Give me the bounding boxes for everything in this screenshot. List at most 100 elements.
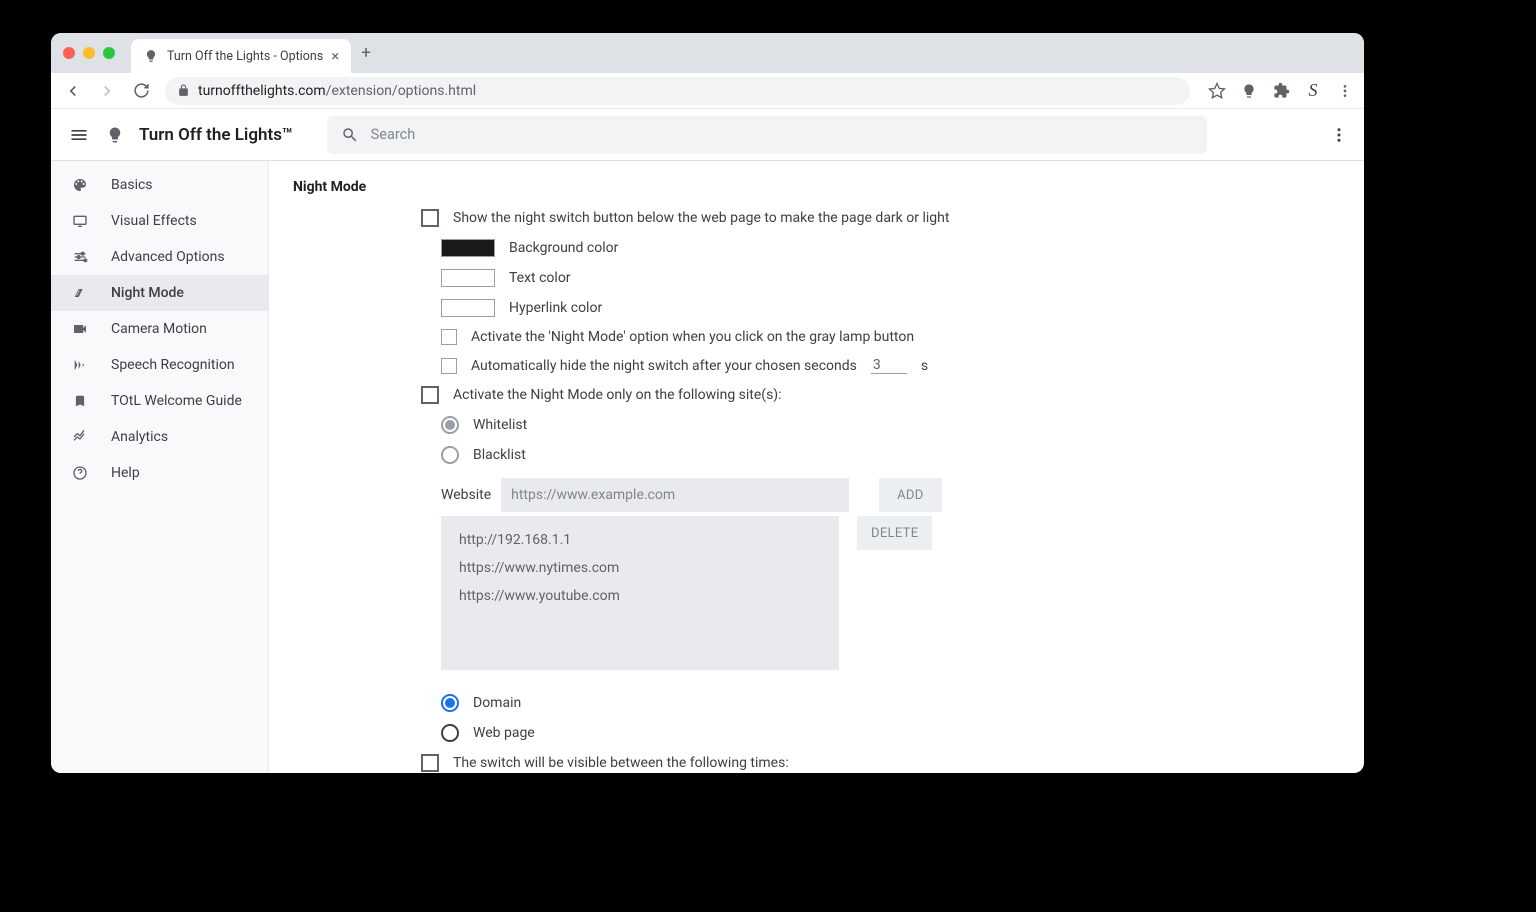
sidebar-item-label: Camera Motion	[111, 321, 207, 337]
site-list-wrap: http://192.168.1.1 https://www.nytimes.c…	[441, 516, 1340, 670]
bookmark-star-icon[interactable]	[1206, 80, 1228, 102]
activate-lamp-label: Activate the 'Night Mode' option when yo…	[471, 329, 914, 345]
window-controls	[63, 47, 115, 59]
sidebar-item-label: Basics	[111, 177, 153, 193]
list-item[interactable]: https://www.youtube.com	[459, 582, 821, 610]
url-text: turnoffthelights.com/extension/options.h…	[198, 83, 476, 99]
website-input[interactable]	[501, 478, 849, 512]
whitelist-label: Whitelist	[473, 417, 527, 433]
browser-window: Turn Off the Lights - Options × + turnof…	[51, 33, 1364, 773]
app-title: Turn Off the Lights™	[139, 125, 293, 145]
list-item[interactable]: https://www.nytimes.com	[459, 554, 821, 582]
show-switch-row: Show the night switch button below the w…	[421, 209, 1340, 227]
bg-color-row: Background color	[441, 239, 1340, 257]
sidebar-item-label: Advanced Options	[111, 249, 225, 265]
show-switch-checkbox[interactable]	[421, 209, 439, 227]
sidebar-item-help[interactable]: Help	[51, 455, 268, 491]
sidebar-item-visual-effects[interactable]: Visual Effects	[51, 203, 268, 239]
website-label: Website	[441, 487, 491, 503]
page-menu-button[interactable]	[1330, 126, 1348, 144]
monitor-icon	[71, 212, 89, 230]
url-input[interactable]: turnoffthelights.com/extension/options.h…	[165, 77, 1190, 105]
activate-only-row: Activate the Night Mode only on the foll…	[421, 386, 1340, 404]
palette-icon	[71, 176, 89, 194]
list-item[interactable]: http://192.168.1.1	[459, 526, 821, 554]
chrome-tabstrip: Turn Off the Lights - Options × +	[51, 33, 1364, 73]
sidebar-item-speech-recognition[interactable]: Speech Recognition	[51, 347, 268, 383]
activate-lamp-checkbox[interactable]	[441, 329, 457, 345]
maximize-window-button[interactable]	[103, 47, 115, 59]
bg-color-label: Background color	[509, 240, 618, 256]
activate-lamp-row: Activate the 'Night Mode' option when yo…	[441, 329, 1340, 345]
lock-icon	[177, 84, 190, 97]
sidebar-item-label: Help	[111, 465, 140, 481]
reload-button[interactable]	[127, 77, 155, 105]
auto-hide-row: Automatically hide the night switch afte…	[441, 357, 1340, 374]
auto-hide-seconds-input[interactable]	[871, 357, 907, 374]
toolbar-right: S	[1206, 80, 1356, 102]
browser-tab[interactable]: Turn Off the Lights - Options ×	[131, 39, 351, 73]
address-bar: turnoffthelights.com/extension/options.h…	[51, 73, 1364, 109]
website-input-row: Website ADD	[441, 478, 1340, 512]
whitelist-row: Whitelist	[441, 416, 1340, 434]
delete-button[interactable]: DELETE	[857, 516, 932, 550]
webpage-radio[interactable]	[441, 724, 459, 742]
menu-toggle-button[interactable]	[67, 123, 91, 147]
minimize-window-button[interactable]	[83, 47, 95, 59]
profile-s-icon[interactable]: S	[1302, 80, 1324, 102]
domain-radio[interactable]	[441, 694, 459, 712]
back-button[interactable]	[59, 77, 87, 105]
tab-close-button[interactable]: ×	[331, 47, 339, 65]
section-title: Night Mode	[293, 179, 1340, 195]
bg-color-swatch[interactable]	[441, 239, 495, 257]
sidebar-item-welcome-guide[interactable]: TOtL Welcome Guide	[51, 383, 268, 419]
sidebar-item-label: Visual Effects	[111, 213, 197, 229]
webpage-row: Web page	[441, 724, 1340, 742]
close-window-button[interactable]	[63, 47, 75, 59]
sliders-icon	[71, 248, 89, 266]
sidebar-item-label: TOtL Welcome Guide	[111, 393, 242, 409]
activate-only-checkbox[interactable]	[421, 386, 439, 404]
auto-hide-checkbox[interactable]	[441, 358, 457, 374]
add-button[interactable]: ADD	[879, 478, 941, 512]
sidebar-item-camera-motion[interactable]: Camera Motion	[51, 311, 268, 347]
show-switch-label: Show the night switch button below the w…	[453, 210, 949, 226]
whitelist-radio[interactable]	[441, 416, 459, 434]
lamp-extension-icon[interactable]	[1238, 80, 1260, 102]
domain-row: Domain	[441, 694, 1340, 712]
activate-only-label: Activate the Night Mode only on the foll…	[453, 387, 782, 403]
forward-button[interactable]	[93, 77, 121, 105]
hyper-color-swatch[interactable]	[441, 299, 495, 317]
page-header: Turn Off the Lights™	[51, 109, 1364, 161]
new-tab-button[interactable]: +	[361, 43, 371, 63]
blacklist-radio[interactable]	[441, 446, 459, 464]
sidebar-item-advanced-options[interactable]: Advanced Options	[51, 239, 268, 275]
extensions-puzzle-icon[interactable]	[1270, 80, 1292, 102]
analytics-icon	[71, 428, 89, 446]
search-icon	[341, 126, 359, 144]
sidebar-item-analytics[interactable]: Analytics	[51, 419, 268, 455]
sidebar-item-basics[interactable]: Basics	[51, 167, 268, 203]
speech-icon	[71, 356, 89, 374]
text-color-label: Text color	[509, 270, 571, 286]
content-area: Night Mode Show the night switch button …	[269, 161, 1364, 773]
bookmark-icon	[71, 392, 89, 410]
site-list[interactable]: http://192.168.1.1 https://www.nytimes.c…	[441, 516, 839, 670]
help-icon	[71, 464, 89, 482]
visible-times-label: The switch will be visible between the f…	[453, 755, 789, 771]
sidebar-item-label: Speech Recognition	[111, 357, 235, 373]
text-color-row: Text color	[441, 269, 1340, 287]
sidebar-item-label: Night Mode	[111, 285, 184, 301]
seconds-suffix: s	[921, 358, 928, 374]
search-box[interactable]	[327, 116, 1207, 154]
night-mode-icon	[71, 284, 89, 302]
sidebar-item-night-mode[interactable]: Night Mode	[51, 275, 268, 311]
hyper-color-label: Hyperlink color	[509, 300, 602, 316]
visible-times-checkbox[interactable]	[421, 754, 439, 772]
chrome-menu-button[interactable]	[1334, 80, 1356, 102]
blacklist-row: Blacklist	[441, 446, 1340, 464]
sidebar-item-label: Analytics	[111, 429, 168, 445]
text-color-swatch[interactable]	[441, 269, 495, 287]
tab-title: Turn Off the Lights - Options	[167, 49, 323, 64]
search-input[interactable]	[371, 126, 1193, 143]
